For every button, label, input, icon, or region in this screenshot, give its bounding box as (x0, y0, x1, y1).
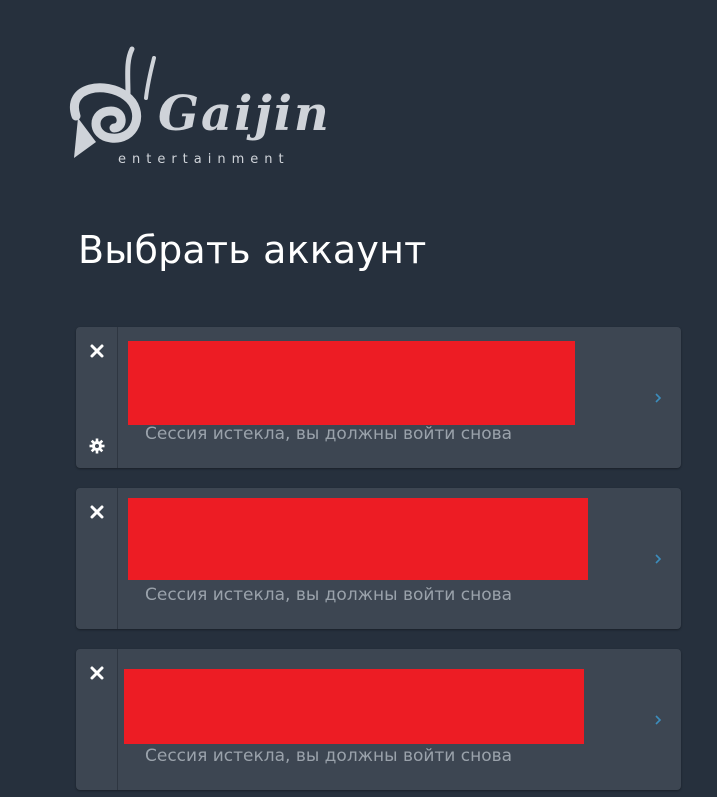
session-status: Сессия истекла, вы должны войти снова (145, 746, 513, 766)
logo-wordmark: Gaijin (158, 86, 331, 142)
card-actions-column (76, 327, 118, 468)
close-icon[interactable] (89, 665, 105, 681)
redacted-account-name (128, 498, 588, 580)
chevron-right-icon[interactable] (653, 390, 663, 406)
close-icon[interactable] (89, 343, 105, 359)
logo-tagline: entertainment (118, 152, 290, 167)
account-card[interactable]: Сессия истекла, вы должны войти снова (76, 649, 681, 790)
card-actions-column (76, 649, 118, 790)
account-card[interactable]: Сессия истекла, вы должны войти снова (76, 327, 681, 468)
gaijin-logo: Gaijin entertainment (66, 46, 331, 172)
chevron-right-icon[interactable] (653, 712, 663, 728)
account-card[interactable]: Сессия истекла, вы должны войти снова (76, 488, 681, 629)
redacted-account-name (128, 341, 575, 425)
close-icon[interactable] (89, 504, 105, 520)
session-status: Сессия истекла, вы должны войти снова (145, 424, 513, 444)
card-actions-column (76, 488, 118, 629)
session-status: Сессия истекла, вы должны войти снова (145, 585, 513, 605)
gear-icon[interactable] (89, 438, 105, 454)
redacted-account-name (124, 669, 584, 744)
chevron-right-icon[interactable] (653, 551, 663, 567)
page-title: Выбрать аккаунт (78, 228, 427, 272)
